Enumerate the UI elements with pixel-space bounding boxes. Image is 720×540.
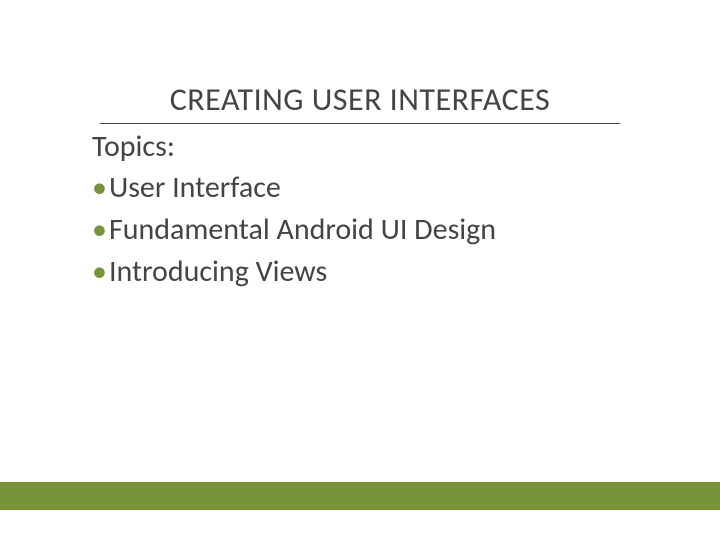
list-item: • Fundamental Android UI Design	[92, 209, 620, 251]
subtitle: Topics:	[92, 128, 620, 165]
list-item-text: Introducing Views	[109, 251, 327, 293]
slide-content: CREATING USER INTERFACES Topics: • User …	[0, 0, 720, 293]
list-item-text: Fundamental Android UI Design	[109, 209, 496, 251]
bullet-list: • User Interface • Fundamental Android U…	[92, 167, 620, 293]
bullet-icon: •	[92, 251, 107, 293]
bullet-icon: •	[92, 167, 107, 209]
bottom-accent-bar	[0, 482, 720, 510]
list-item: • User Interface	[92, 167, 620, 209]
list-item-text: User Interface	[109, 167, 281, 209]
slide-title: CREATING USER INTERFACES	[100, 80, 620, 124]
bullet-icon: •	[92, 209, 107, 251]
list-item: • Introducing Views	[92, 251, 620, 293]
